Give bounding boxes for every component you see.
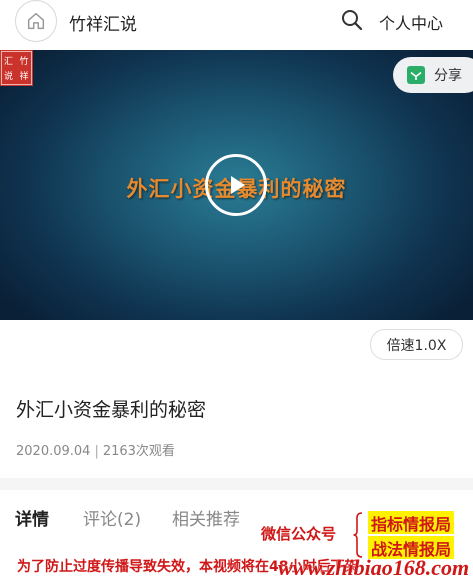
view-count: 2163次观看 [102,444,175,459]
watermark-box-indicator: 指标情报局 [368,511,455,534]
tab-comments[interactable]: 评论(2) [83,505,141,530]
svg-text:祥: 祥 [19,70,28,82]
meta-separator: | [94,444,99,459]
watermark-site: www.zhibiao168.com [278,555,470,580]
share-label: 分享 [434,68,462,84]
svg-text:汇: 汇 [4,56,13,67]
playback-speed-button[interactable]: 倍速1.0X [370,329,463,360]
watermark-brace [353,512,363,558]
header-bar: 竹祥汇说 个人中心 [0,0,473,46]
tab-related[interactable]: 相关推荐 [172,505,240,530]
wechat-icon [407,66,425,84]
video-meta: 2020.09.04 | 2163次观看 [16,440,175,459]
video-player[interactable]: 汇 竹 说 祥 分享 外汇小资金暴利的秘密 [0,50,473,320]
channel-name[interactable]: 竹祥汇说 [69,10,137,35]
section-divider [0,478,473,490]
publish-date: 2020.09.04 [16,444,91,459]
home-icon [27,12,45,30]
watermark-wechat-label: 微信公众号 [261,525,337,543]
tab-details[interactable]: 详情 [15,505,49,530]
svg-text:说: 说 [4,70,13,82]
svg-text:竹: 竹 [19,55,28,67]
play-icon [231,176,245,194]
play-button[interactable] [205,154,267,216]
channel-logo: 汇 竹 说 祥 [0,50,33,86]
share-button[interactable]: 分享 [393,57,473,93]
search-button[interactable] [340,8,364,32]
profile-link[interactable]: 个人中心 [379,10,443,34]
video-title: 外汇小资金暴利的秘密 [16,399,207,421]
search-icon [342,10,363,31]
home-button[interactable] [15,0,57,42]
